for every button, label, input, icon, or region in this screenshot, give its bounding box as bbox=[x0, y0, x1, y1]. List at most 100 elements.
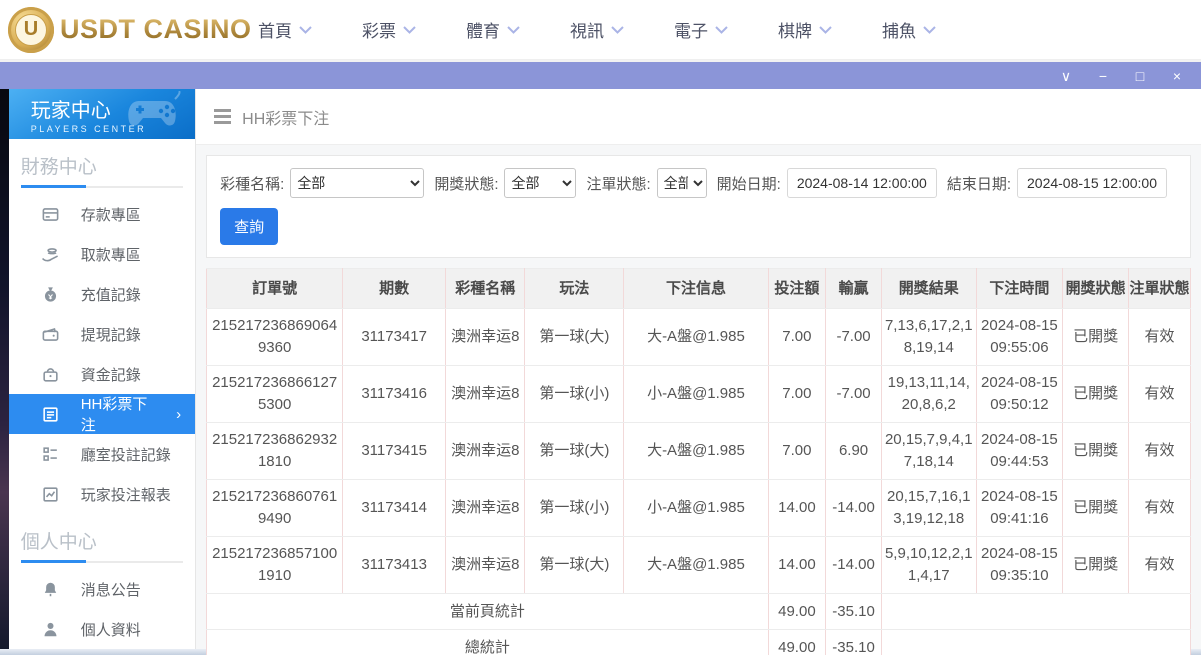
nav-label: 體育 bbox=[466, 17, 500, 42]
sidebar-item-label: 消息公告 bbox=[81, 579, 141, 600]
draw-status-select[interactable]: 全部 bbox=[504, 168, 576, 198]
bets-table-wrap: 訂單號 期數 彩種名稱 玩法 下注信息 投注額 輸贏 開獎結果 下注時間 開獎狀… bbox=[206, 268, 1191, 655]
cell-play: 第一球(大) bbox=[525, 309, 624, 366]
chevron-down-icon bbox=[819, 26, 832, 34]
sidebar-item-label: 個人資料 bbox=[81, 619, 141, 640]
column-header: 開獎結果 bbox=[881, 269, 976, 309]
cell-bet-info: 大-A盤@1.985 bbox=[624, 423, 768, 480]
page-title: HH彩票下注 bbox=[242, 105, 329, 129]
nav-item-fishing[interactable]: 捕魚 bbox=[882, 17, 936, 42]
nav-label: 首頁 bbox=[258, 17, 292, 42]
lottery-name-label: 彩種名稱: bbox=[220, 173, 284, 194]
end-date-label: 結束日期: bbox=[947, 173, 1011, 194]
sidebar-item-profile[interactable]: 個人資料 bbox=[9, 609, 195, 649]
cell-period: 31173416 bbox=[343, 366, 446, 423]
column-header: 玩法 bbox=[525, 269, 624, 309]
sidebar-item-funds-record[interactable]: 資金記錄 bbox=[9, 354, 195, 394]
section-finance-label: 財務中心 bbox=[9, 139, 195, 186]
nav-label: 棋牌 bbox=[778, 17, 812, 42]
sidebar-item-withdraw[interactable]: 取款專區 bbox=[9, 234, 195, 274]
coin-logo-icon: U bbox=[8, 7, 54, 53]
chevron-down-icon bbox=[403, 26, 416, 34]
cell-result: 20,15,7,9,4,17,18,14 bbox=[881, 423, 976, 480]
finance-menu: 存款專區 取款專區 充值記錄 提現記錄 資金記錄 HH彩票下注 › bbox=[9, 188, 195, 514]
column-header: 投注額 bbox=[768, 269, 826, 309]
coin-letter: U bbox=[15, 14, 47, 46]
order-status-select[interactable]: 全部 bbox=[657, 168, 707, 198]
cell-amount: 14.00 bbox=[768, 537, 826, 594]
sidebar-item-hh-lottery-bets[interactable]: HH彩票下注 › bbox=[9, 394, 195, 434]
sidebar-item-room-bet-record[interactable]: 廳室投註記錄 bbox=[9, 434, 195, 474]
nav-item-slots[interactable]: 電子 bbox=[674, 17, 728, 42]
cell-lottery: 澳洲幸运8 bbox=[446, 537, 525, 594]
search-button[interactable]: 查詢 bbox=[220, 208, 278, 245]
moneybag-icon bbox=[41, 285, 60, 304]
cell-draw-status: 已開獎 bbox=[1063, 309, 1129, 366]
cell-lottery: 澳洲幸运8 bbox=[446, 480, 525, 537]
sidebar-item-label: 資金記錄 bbox=[81, 364, 141, 385]
cell-result: 19,13,11,14,20,8,6,2 bbox=[881, 366, 976, 423]
content-area: 彩種名稱: 全部 開獎狀態: 全部 注單狀態: 全 bbox=[196, 145, 1201, 655]
cell-draw-status: 已開獎 bbox=[1063, 537, 1129, 594]
table-row: 2152172368571001910 31173413 澳洲幸运8 第一球(大… bbox=[207, 537, 1191, 594]
purse-icon bbox=[41, 365, 60, 384]
nav-item-lottery[interactable]: 彩票 bbox=[362, 17, 416, 42]
chevron-down-icon bbox=[611, 26, 624, 34]
cell-order-status: 有效 bbox=[1129, 537, 1191, 594]
sidebar-item-announcements[interactable]: 消息公告 bbox=[9, 569, 195, 609]
filter-panel: 彩種名稱: 全部 開獎狀態: 全部 注單狀態: 全 bbox=[206, 155, 1191, 258]
minimize-icon[interactable]: − bbox=[1095, 69, 1111, 83]
sidebar-item-label: HH彩票下注 bbox=[81, 393, 155, 435]
table-header-row: 訂單號 期數 彩種名稱 玩法 下注信息 投注額 輸贏 開獎結果 下注時間 開獎狀… bbox=[207, 269, 1191, 309]
cell-period: 31173414 bbox=[343, 480, 446, 537]
nav-item-home[interactable]: 首頁 bbox=[258, 17, 312, 42]
nav-item-sports[interactable]: 體育 bbox=[466, 17, 520, 42]
close-icon[interactable]: × bbox=[1169, 69, 1185, 83]
chevron-down-icon bbox=[923, 26, 936, 34]
cell-winloss: -14.00 bbox=[826, 480, 882, 537]
cell-order-id: 2152172368607619490 bbox=[207, 480, 343, 537]
wallet-icon bbox=[41, 325, 60, 344]
collapse-icon[interactable]: ∨ bbox=[1058, 69, 1074, 83]
cell-amount: 14.00 bbox=[768, 480, 826, 537]
cell-winloss: -7.00 bbox=[826, 366, 882, 423]
cell-bet-info: 小-A盤@1.985 bbox=[624, 480, 768, 537]
table-row: 2152172368607619490 31173414 澳洲幸运8 第一球(小… bbox=[207, 480, 1191, 537]
cell-result: 7,13,6,17,2,18,19,14 bbox=[881, 309, 976, 366]
cell-order-id: 2152172368571001910 bbox=[207, 537, 343, 594]
personal-menu: 消息公告 個人資料 bbox=[9, 563, 195, 649]
cell-lottery: 澳洲幸运8 bbox=[446, 423, 525, 480]
menu-icon[interactable] bbox=[214, 109, 231, 124]
maximize-icon[interactable]: □ bbox=[1132, 69, 1148, 83]
nav-item-cards[interactable]: 棋牌 bbox=[778, 17, 832, 42]
deposit-card-icon bbox=[41, 205, 60, 224]
sidebar-item-deposit[interactable]: 存款專區 bbox=[9, 194, 195, 234]
section-divider bbox=[21, 186, 183, 188]
cell-period: 31173413 bbox=[343, 537, 446, 594]
cell-winloss: -14.00 bbox=[826, 537, 882, 594]
sidebar-item-player-bet-report[interactable]: 玩家投注報表 bbox=[9, 474, 195, 514]
summary-empty bbox=[881, 630, 1190, 655]
sidebar-item-recharge-record[interactable]: 充值記錄 bbox=[9, 274, 195, 314]
sidebar-item-withdrawal-record[interactable]: 提現記錄 bbox=[9, 314, 195, 354]
cell-bet-time: 2024-08-15 09:44:53 bbox=[976, 423, 1063, 480]
report-chart-icon bbox=[41, 485, 60, 504]
column-header: 下注信息 bbox=[624, 269, 768, 309]
summary-winloss: -35.10 bbox=[826, 594, 882, 630]
cell-period: 31173415 bbox=[343, 423, 446, 480]
cell-order-id: 2152172368661275300 bbox=[207, 366, 343, 423]
cell-result: 20,15,7,16,13,19,12,18 bbox=[881, 480, 976, 537]
end-date-input[interactable] bbox=[1017, 168, 1167, 198]
start-date-input[interactable] bbox=[787, 168, 937, 198]
page-header: HH彩票下注 bbox=[196, 89, 1201, 145]
sidebar-item-label: 玩家投注報表 bbox=[81, 484, 171, 505]
sidebar-item-label: 充值記錄 bbox=[81, 284, 141, 305]
section-divider bbox=[21, 561, 183, 563]
cell-order-id: 2152172368629321810 bbox=[207, 423, 343, 480]
lottery-name-select[interactable]: 全部 bbox=[290, 168, 424, 198]
nav-item-video[interactable]: 視訊 bbox=[570, 17, 624, 42]
nav-label: 彩票 bbox=[362, 17, 396, 42]
brand-logo[interactable]: U USDT CASINO bbox=[8, 7, 258, 53]
bell-icon bbox=[41, 580, 60, 599]
players-center-header: 玩家中心 PLAYERS CENTER bbox=[9, 89, 195, 139]
